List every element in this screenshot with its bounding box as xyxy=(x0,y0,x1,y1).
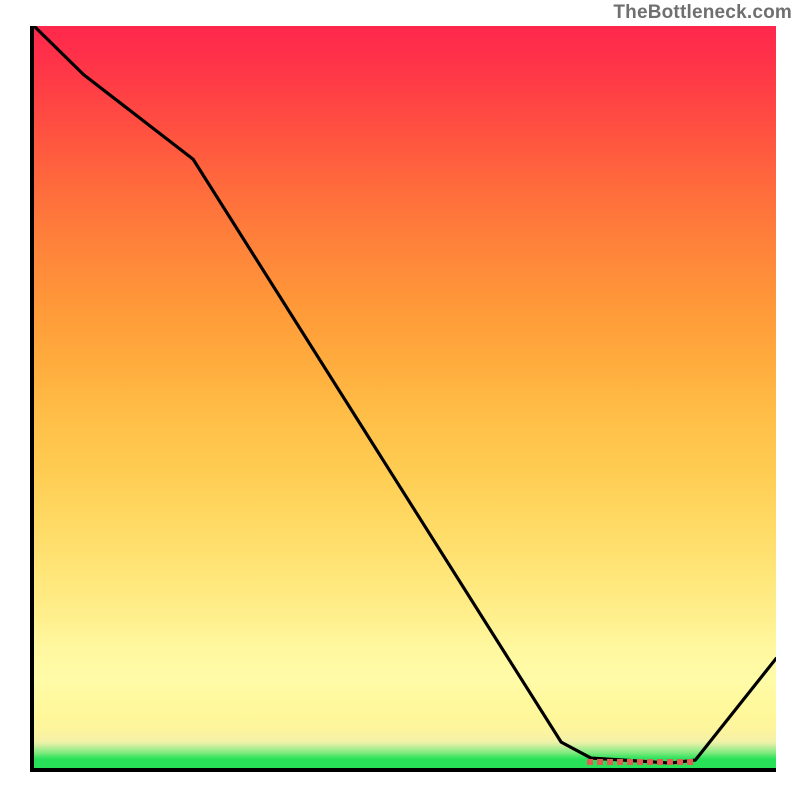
plot-area xyxy=(30,26,776,772)
attribution-text: TheBottleneck.com xyxy=(613,2,792,24)
minimum-band-marker xyxy=(587,759,697,765)
curve-svg xyxy=(34,26,776,768)
curve-path xyxy=(34,26,776,763)
